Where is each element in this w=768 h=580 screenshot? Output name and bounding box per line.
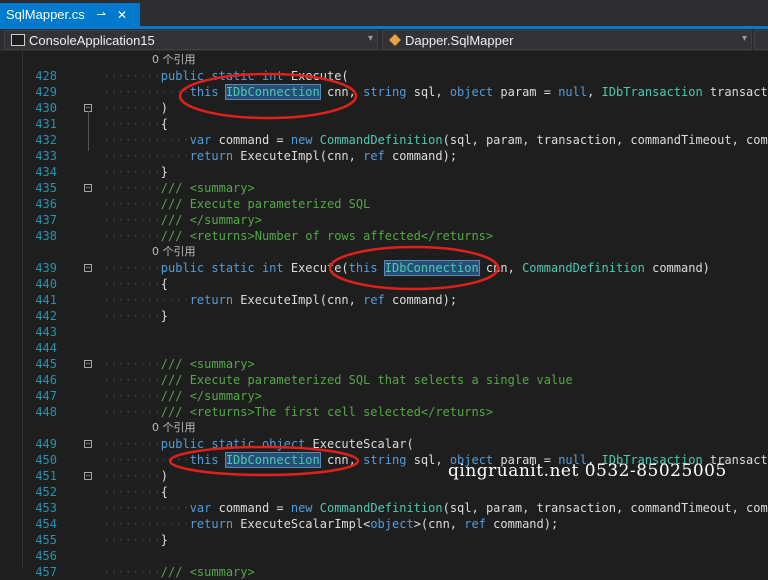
chevron-down-icon[interactable]: ▾ xyxy=(742,33,747,44)
class-icon xyxy=(389,34,401,46)
tab-sqlmapper[interactable]: SqlMapper.cs ⇀ ✕ xyxy=(0,3,140,26)
annotation-oval xyxy=(328,245,500,291)
code-editor[interactable]: 0 个引用 428 ········public static int Execut… xyxy=(0,51,768,579)
type-name: Dapper.SqlMapper xyxy=(405,32,514,48)
annotation-oval xyxy=(178,72,358,120)
project-dropdown[interactable]: ConsoleApplication15 ▾ xyxy=(4,30,378,50)
annotation-oval xyxy=(168,445,360,477)
document-tab-bar: SqlMapper.cs ⇀ ✕ xyxy=(0,0,768,29)
project-name: ConsoleApplication15 xyxy=(29,32,155,48)
close-icon[interactable]: ✕ xyxy=(117,8,127,22)
navigation-bar: ConsoleApplication15 ▾ Dapper.SqlMapper … xyxy=(0,29,768,51)
chevron-down-icon[interactable]: ▾ xyxy=(368,33,373,44)
project-icon xyxy=(11,34,25,46)
pin-icon[interactable]: ⇀ xyxy=(97,8,106,21)
type-dropdown[interactable]: Dapper.SqlMapper ▾ xyxy=(382,30,752,50)
watermark-text: qingruanit.net 0532-85025005 xyxy=(448,461,727,481)
member-dropdown[interactable] xyxy=(754,30,768,50)
tab-title: SqlMapper.cs xyxy=(6,7,85,22)
annotation-overlay xyxy=(168,72,500,477)
